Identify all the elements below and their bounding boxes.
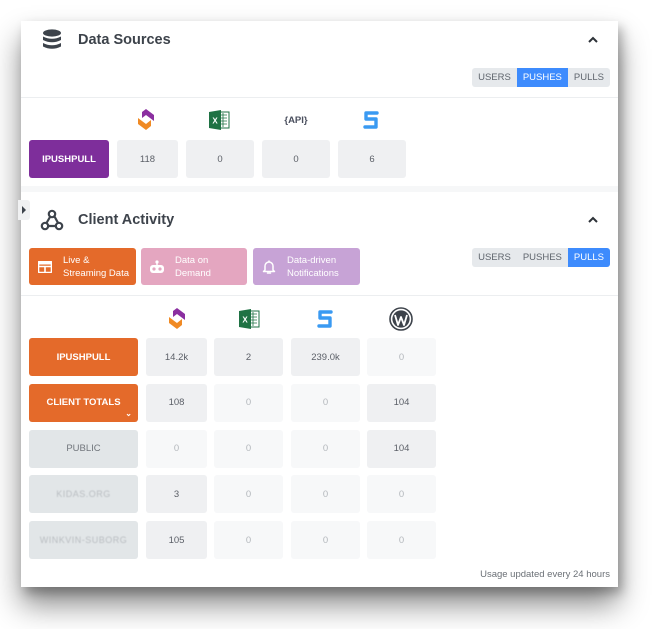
api-icon: {API}	[281, 106, 311, 134]
row-label-ipushpull[interactable]: IPUSHPULL	[29, 140, 109, 178]
svg-text:X: X	[242, 316, 248, 325]
wordpress-icon	[387, 305, 415, 333]
chevron-down-icon[interactable]: ⌄	[125, 409, 132, 418]
client-activity-title: Client Activity	[78, 212, 175, 228]
api-label: {API}	[284, 114, 308, 126]
value-cell: 108	[146, 383, 207, 422]
value-cell: 0	[367, 338, 436, 376]
chevron-up-icon	[588, 216, 598, 223]
value-cell: 105	[146, 521, 207, 560]
feature-live-streaming-data[interactable]: Live & Streaming Data	[29, 248, 136, 285]
value-cell: 104	[367, 429, 436, 468]
bell-icon	[261, 259, 277, 275]
client-activity-pulls-option[interactable]: PULLS	[567, 248, 610, 267]
svg-text:X: X	[212, 117, 218, 126]
value-cell: 0	[214, 475, 283, 514]
divider	[21, 295, 618, 296]
row-label-text: WINKVIN-SUBORG	[39, 535, 128, 546]
row-label[interactable]: PUBLIC	[29, 429, 138, 468]
value-cell: 0	[291, 521, 360, 560]
robot-icon	[149, 259, 165, 275]
excel-icon: X	[235, 305, 263, 333]
value-cell: 104	[367, 383, 436, 422]
value-cell: 0	[214, 383, 283, 422]
data-sources-pulls-option[interactable]: PULLS	[568, 68, 610, 87]
usage-footer-note: Usage updated every 24 hours	[480, 569, 610, 580]
row-label[interactable]: KIDAS.ORG	[29, 475, 138, 514]
row-label[interactable]: WINKVIN-SUBORG	[29, 521, 138, 560]
row-label-text: IPUSHPULL	[56, 351, 111, 363]
feature-label-line2: Demand	[175, 267, 211, 279]
table-icon	[37, 259, 53, 275]
section-separator	[21, 186, 618, 192]
row-label-text: CLIENT TOTALS	[46, 397, 121, 409]
value-cell: 0	[367, 521, 436, 560]
symphony-icon	[357, 106, 385, 134]
value-cell: 6	[338, 140, 406, 178]
value-cell: 0	[291, 429, 360, 468]
row-label[interactable]: IPUSHPULL	[29, 338, 138, 376]
webhook-icon	[39, 207, 65, 233]
value-cell: 0	[186, 140, 254, 178]
chevron-up-icon	[588, 36, 598, 43]
value-cell: 14.2k	[146, 338, 207, 376]
client-activity-pushes-option[interactable]: PUSHES	[517, 248, 568, 267]
client-activity-metric-toggle: USERS PUSHES PULLS	[472, 248, 610, 267]
value-cell: 239.0k	[291, 338, 360, 376]
value-cell: 118	[117, 140, 178, 178]
usage-panel: Data Sources USERS PUSHES PULLS X {API}	[18, 21, 618, 587]
data-sources-users-option[interactable]: USERS	[472, 68, 517, 87]
data-sources-collapse-button[interactable]	[586, 33, 600, 45]
data-sources-title: Data Sources	[78, 32, 171, 48]
feature-data-on-demand[interactable]: Data on Demand	[141, 248, 247, 285]
value-cell: 3	[146, 475, 207, 514]
value-cell: 0	[367, 475, 436, 514]
value-cell: 0	[214, 429, 283, 468]
feature-label-line1: Live &	[63, 254, 90, 266]
feature-label-line2: Streaming Data	[63, 267, 130, 279]
row-label[interactable]: CLIENT TOTALS ⌄	[29, 383, 138, 422]
symphony-icon	[311, 305, 339, 333]
ipushpull-logo-icon	[163, 305, 191, 333]
client-activity-header: Client Activity	[21, 201, 618, 241]
client-activity-users-option[interactable]: USERS	[472, 248, 517, 267]
value-cell: 0	[291, 383, 360, 422]
divider	[21, 97, 618, 98]
value-cell: 2	[214, 338, 283, 376]
value-cell: 0	[262, 140, 330, 178]
row-label-text: PUBLIC	[66, 443, 101, 455]
ipushpull-logo-icon	[132, 106, 160, 134]
feature-data-driven-notifications[interactable]: Data-driven Notifications	[253, 248, 360, 285]
value-cell: 0	[146, 429, 207, 468]
excel-icon: X	[205, 106, 233, 134]
data-sources-pushes-option[interactable]: PUSHES	[516, 68, 568, 87]
feature-label-line1: Data-driven	[287, 254, 337, 266]
value-cell: 0	[214, 521, 283, 560]
feature-label-line1: Data on	[175, 254, 209, 266]
data-sources-header: Data Sources	[21, 21, 618, 61]
row-label-text: KIDAS.ORG	[56, 489, 111, 500]
value-cell: 0	[291, 475, 360, 514]
client-activity-collapse-button[interactable]	[586, 213, 600, 225]
feature-label-line2: Notifications	[287, 267, 339, 279]
database-icon	[39, 27, 65, 53]
data-sources-metric-toggle: USERS PUSHES PULLS	[472, 68, 610, 87]
